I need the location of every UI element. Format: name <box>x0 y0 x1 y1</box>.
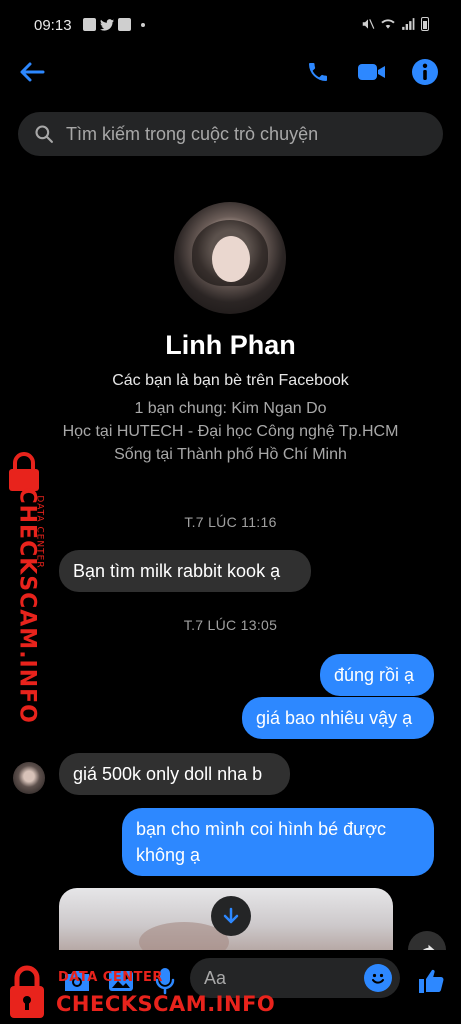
back-arrow-icon <box>20 62 45 82</box>
like-button[interactable] <box>414 964 448 998</box>
watermark-bottom: DATA CENTER CHECKSCAM.INFO <box>0 962 280 1024</box>
info-icon <box>412 59 438 85</box>
video-call-button[interactable] <box>356 56 388 88</box>
message-timestamp: T.7 LÚC 13:05 <box>183 617 278 633</box>
search-input[interactable] <box>66 123 406 145</box>
status-time: 09:13 <box>34 17 72 34</box>
video-camera-icon <box>358 64 385 80</box>
phone-icon <box>309 63 327 81</box>
message-bubble-incoming[interactable]: Bạn tìm milk rabbit kook ạ <box>59 550 311 592</box>
wifi-icon <box>381 19 395 29</box>
lock-icon <box>10 965 44 1018</box>
back-button[interactable] <box>16 56 48 88</box>
education: Học tại HUTECH - Đại học Công nghệ Tp.HC… <box>62 423 399 440</box>
thumbs-up-icon <box>419 969 444 993</box>
profile-avatar[interactable] <box>174 202 286 314</box>
watermark-bottom-text: CHECKSCAM.INFO <box>56 992 276 1016</box>
message-bubble-outgoing[interactable]: giá bao nhiêu vậy ạ <box>242 697 434 739</box>
friend-status: Các bạn là bạn bè trên Facebook <box>112 372 349 389</box>
sender-avatar <box>13 762 45 794</box>
conversation-header <box>0 50 461 94</box>
photo-icon <box>83 18 96 31</box>
message-bubble-outgoing[interactable]: đúng rồi ạ <box>320 654 434 696</box>
search-bar[interactable] <box>18 112 443 156</box>
dot-icon <box>141 22 145 27</box>
location: Sống tại Thành phố Hồ Chí Minh <box>114 446 347 463</box>
message-timestamp: T.7 LÚC 11:16 <box>184 514 277 530</box>
watermark-bottom-subtitle: DATA CENTER <box>58 970 163 985</box>
profile-name: Linh Phan <box>165 330 296 360</box>
twitter-icon <box>100 18 114 31</box>
emoji-icon <box>372 973 384 984</box>
voice-call-button[interactable] <box>302 56 334 88</box>
search-icon <box>35 125 53 143</box>
message-bubble-incoming[interactable]: giá 500k only doll nha b <box>59 753 290 795</box>
notification-icons <box>83 18 145 31</box>
photo-icon <box>118 18 131 31</box>
scroll-to-bottom-button[interactable] <box>211 896 251 936</box>
arrow-down-icon <box>223 907 239 924</box>
signal-icon <box>402 18 415 30</box>
watermark-side-text: CHECKSCAM.INFO <box>14 487 40 724</box>
info-button[interactable] <box>409 56 441 88</box>
message-bubble-outgoing[interactable]: bạn cho mình coi hình bé được không ạ <box>122 808 434 876</box>
status-bar: 09:13 <box>0 0 461 50</box>
emoji-button[interactable] <box>364 964 392 992</box>
mutual-friends: 1 bạn chung: Kim Ngan Do <box>134 400 327 417</box>
lock-icon <box>9 452 39 491</box>
system-icons <box>361 17 429 31</box>
battery-icon <box>421 17 429 31</box>
watermark-side: DATA CENTER CHECKSCAM.INFO <box>2 452 46 724</box>
mute-icon <box>362 19 375 29</box>
